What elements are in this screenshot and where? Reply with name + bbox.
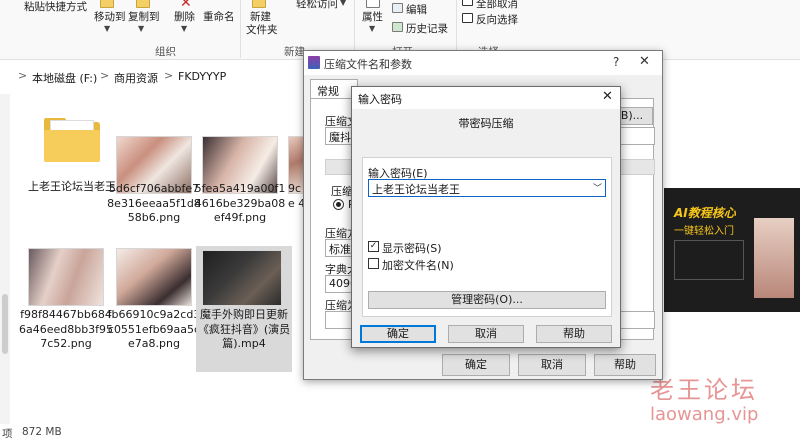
group-new-label: 新建 [284, 46, 305, 58]
file-name: fb66910c9a2cd3c0551efb69aa5ce7a8.png [107, 308, 201, 350]
image-thumbnail [28, 248, 104, 306]
rar-radio[interactable] [333, 199, 344, 210]
edit-icon [392, 3, 403, 13]
dialog-title: 输入密码 [358, 93, 402, 106]
password-input[interactable]: 上老王论坛当老王 ﹀ [368, 179, 606, 197]
encrypt-names-label: 加密文件名(N) [382, 259, 454, 272]
group-organize-label: 组织 [155, 46, 176, 58]
move-to-caret-icon: ▼ [104, 24, 111, 33]
properties-icon [366, 0, 380, 8]
select-none-button[interactable]: 全部取消 [476, 0, 518, 11]
copy-to-icon [136, 0, 150, 8]
status-size: 872 MB [22, 426, 62, 438]
close-icon[interactable]: ✕ [602, 89, 613, 104]
delete-caret-icon: ▼ [181, 24, 188, 33]
watermark-url: laowang.vip [650, 404, 759, 425]
edit-button[interactable]: 编辑 [406, 2, 427, 17]
help-button[interactable]: 帮助 [594, 354, 656, 376]
show-password-checkbox[interactable]: ✓ [368, 241, 379, 252]
file-name: 5d6cf706abbfe78e316eeaa5f1d858b6.png [107, 182, 201, 224]
chevron-down-icon[interactable]: ﹀ [593, 181, 602, 194]
ok-button[interactable]: 确定 [360, 325, 436, 343]
status-items: 项 [2, 428, 13, 440]
dialog-subtitle: 带密码压缩 [458, 117, 514, 130]
preview-photo [754, 218, 794, 298]
help-icon[interactable]: ? [613, 55, 619, 69]
winrar-icon [308, 56, 320, 69]
file-item-selected[interactable]: 魔手外购即日更新《疯狂抖音》(演员篇).mp4 [196, 246, 292, 372]
new-folder-icon [252, 0, 266, 8]
encrypt-names-checkbox[interactable] [368, 258, 379, 269]
nav-pane-scrollbar[interactable] [0, 94, 10, 424]
show-password-label: 显示密码(S) [382, 242, 442, 255]
cancel-button[interactable]: 取消 [518, 354, 586, 376]
breadcrumb-separator-icon: > [164, 69, 174, 82]
invert-select-button[interactable]: 反向选择 [476, 12, 518, 27]
password-dialog: 输入密码 ✕ 带密码压缩 输入密码(E) 上老王论坛当老王 ﹀ ✓ 显示密码(S… [351, 86, 621, 348]
move-to-button[interactable]: 移动到 [94, 9, 126, 24]
easy-access-caret-icon: ▼ [340, 0, 347, 7]
file-name: 魔手外购即日更新《疯狂抖音》(演员篇).mp4 [197, 308, 291, 350]
file-item[interactable]: 5fea5a419a00f14616be329ba08ef49f.png [192, 136, 288, 236]
delete-button[interactable]: 删除 [174, 9, 195, 24]
ribbon-divider [240, 0, 241, 58]
easy-access-button[interactable]: 轻松访问 [296, 0, 338, 11]
properties-button[interactable]: 属性 [362, 9, 383, 24]
dialog-titlebar: 压缩文件名和参数 ? ✕ [304, 51, 662, 75]
breadcrumb-drive[interactable]: 本地磁盘 (F:) [32, 70, 97, 86]
cancel-button[interactable]: 取消 [448, 325, 524, 343]
move-to-icon [100, 0, 114, 8]
breadcrumb-folder2[interactable]: FKDYYYP [178, 70, 226, 83]
file-item[interactable]: f98f84467bb6846a46eed8bb3f957c52.png [18, 248, 114, 378]
preview-box [674, 240, 744, 280]
watermark-text: 老王论坛 [650, 376, 758, 404]
scrollbar-thumb[interactable] [2, 294, 8, 354]
preview-banner: AI教程核心 [674, 206, 736, 220]
file-name: 5fea5a419a00f14616be329ba08ef49f.png [194, 182, 286, 224]
status-bar: 项 872 MB [0, 424, 800, 440]
ok-button[interactable]: 确定 [442, 354, 510, 376]
folder-icon [44, 118, 100, 162]
delete-icon: ✕ [180, 0, 192, 11]
password-value: 上老王论坛当老王 [372, 183, 460, 196]
history-button[interactable]: 历史记录 [406, 21, 448, 36]
history-icon [392, 22, 403, 32]
preview-banner-sub: 一键轻松入门 [674, 226, 734, 237]
dialog-title: 压缩文件名和参数 [324, 58, 412, 71]
preview-image: AI教程核心 一键轻松入门 [664, 188, 800, 312]
file-name: f98f84467bb6846a46eed8bb3f957c52.png [18, 308, 114, 350]
breadcrumb-separator-icon: > [18, 69, 28, 82]
image-thumbnail [116, 248, 192, 306]
video-thumbnail [202, 250, 282, 306]
file-item[interactable]: fb66910c9a2cd3c0551efb69aa5ce7a8.png [106, 248, 202, 368]
invert-select-icon [462, 13, 473, 23]
select-none-icon [462, 0, 473, 6]
close-icon[interactable]: ✕ [639, 54, 650, 69]
manage-passwords-button[interactable]: 管理密码(O)... [368, 291, 606, 309]
new-folder-line2[interactable]: 文件夹 [246, 22, 278, 37]
breadcrumb-separator-icon: > [100, 69, 110, 82]
help-button[interactable]: 帮助 [536, 325, 612, 343]
file-item[interactable]: 9c 7e 41 [278, 136, 306, 236]
breadcrumb-folder1[interactable]: 商用资源 [114, 70, 158, 86]
copy-to-caret-icon: ▼ [138, 24, 145, 33]
rename-button[interactable]: 重命名 [203, 9, 235, 24]
dialog-titlebar: 输入密码 ✕ [352, 87, 620, 109]
properties-caret-icon: ▼ [369, 24, 376, 33]
copy-to-button[interactable]: 复制到 [128, 9, 160, 24]
paste-shortcut-button[interactable]: 粘贴快捷方式 [24, 0, 87, 14]
file-item[interactable]: 5d6cf706abbfe78e316eeaa5f1d858b6.png [106, 136, 202, 236]
